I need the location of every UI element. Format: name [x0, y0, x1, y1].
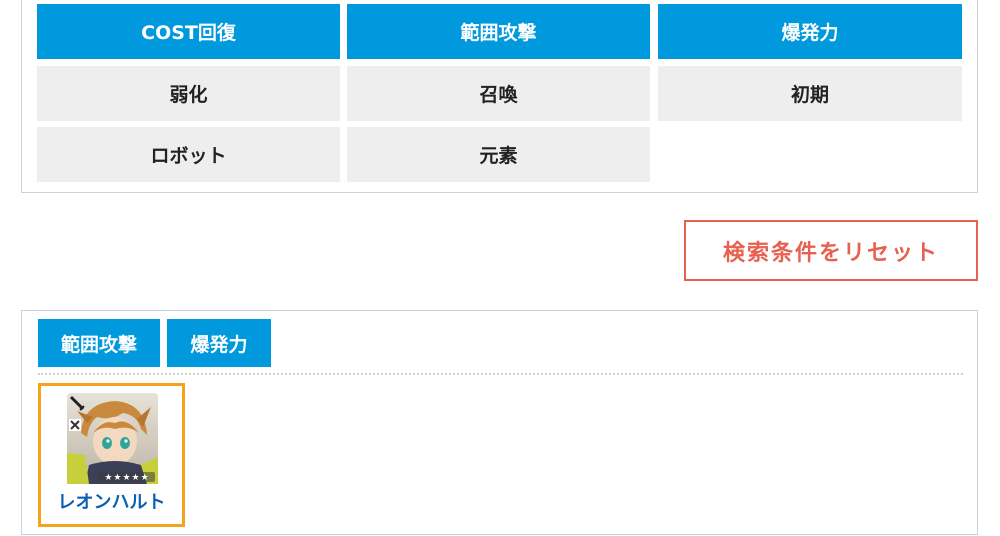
divider — [38, 373, 963, 375]
filter-robot[interactable]: ロボット — [37, 127, 340, 182]
character-card[interactable]: ★★★★★ レオンハルト — [38, 383, 185, 527]
filter-area-attack[interactable]: 範囲攻撃 — [347, 4, 650, 59]
filter-summon[interactable]: 召喚 — [347, 66, 650, 121]
rarity-stars: ★★★★★ — [104, 473, 150, 483]
character-portrait — [67, 393, 158, 484]
result-panel: 範囲攻撃 爆発力 ★★★★★ レオンハルト — [21, 310, 978, 535]
character-name: レオンハルト — [57, 492, 166, 513]
filter-initial[interactable]: 初期 — [658, 66, 962, 121]
selected-filter-chip-burst[interactable]: 爆発力 — [167, 319, 271, 367]
reset-search-button[interactable]: 検索条件をリセット — [684, 220, 978, 281]
filter-cost-recovery[interactable]: COST回復 — [37, 4, 340, 59]
filter-burst[interactable]: 爆発力 — [658, 4, 962, 59]
selected-filter-chip-area-attack[interactable]: 範囲攻撃 — [38, 319, 160, 367]
filter-element[interactable]: 元素 — [347, 127, 650, 182]
filter-weaken[interactable]: 弱化 — [37, 66, 340, 121]
filter-panel: COST回復 範囲攻撃 爆発力 弱化 召喚 初期 ロボット 元素 — [21, 0, 978, 193]
